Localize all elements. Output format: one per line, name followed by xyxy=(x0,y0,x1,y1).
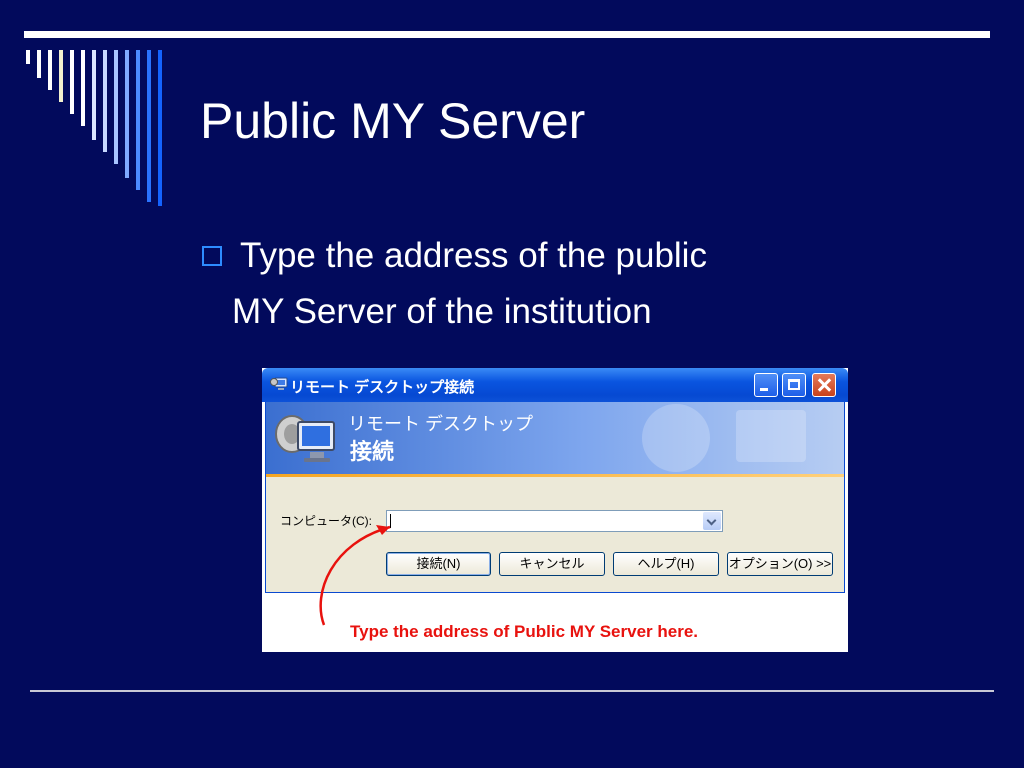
options-button[interactable]: オプション(O) >> xyxy=(727,552,833,576)
window-title-bar[interactable]: リモート デスクトップ接続 xyxy=(262,368,848,402)
banner-watermark-icon xyxy=(642,404,806,472)
minimize-icon[interactable] xyxy=(754,373,778,397)
dialog-banner: リモート デスクトップ 接続 xyxy=(266,402,844,474)
bullet-line-2: MY Server of the institution xyxy=(232,292,652,331)
computer-combobox[interactable] xyxy=(386,510,723,532)
top-rule xyxy=(24,31,990,38)
remote-desktop-icon xyxy=(270,377,288,390)
remote-desktop-icon xyxy=(275,415,335,462)
bullet-box-icon xyxy=(202,246,222,266)
cancel-button[interactable]: キャンセル xyxy=(499,552,605,576)
red-arrow-icon xyxy=(319,525,391,626)
annotation-text: Type the address of Public MY Server her… xyxy=(350,622,698,641)
help-button[interactable]: ヘルプ(H) xyxy=(613,552,719,576)
bullet-line-1: Type the address of the public xyxy=(240,236,707,275)
bottom-rule xyxy=(30,690,994,692)
banner-accent-line xyxy=(266,474,844,477)
maximize-icon[interactable] xyxy=(782,373,806,397)
close-icon[interactable] xyxy=(812,373,836,397)
slide-title: Public MY Server xyxy=(200,93,586,149)
banner-title-line-1: リモート デスクトップ xyxy=(348,414,533,434)
dialog-screenshot: リモート デスクトップ接続 リモート デスクトップ 接続 コンピュータ(C): … xyxy=(262,368,848,652)
dropdown-arrow-icon[interactable] xyxy=(703,512,721,530)
banner-title-line-2: 接続 xyxy=(350,439,395,464)
window-title: リモート デスクトップ接続 xyxy=(290,379,475,396)
